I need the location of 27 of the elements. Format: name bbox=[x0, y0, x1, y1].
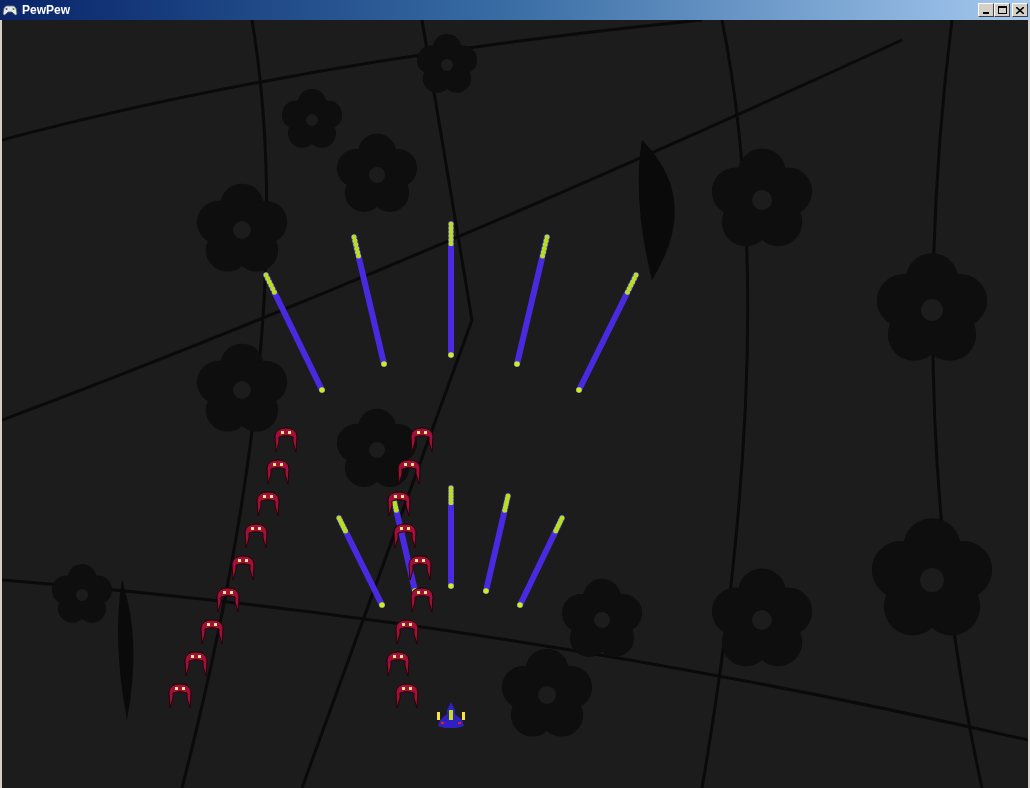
alien-enemy bbox=[216, 587, 240, 613]
alien-enemy bbox=[410, 427, 434, 453]
alien-enemy bbox=[387, 491, 411, 517]
alien-enemy bbox=[393, 523, 417, 549]
alien-enemy bbox=[168, 683, 192, 709]
alien-enemy bbox=[256, 491, 280, 517]
close-button[interactable] bbox=[1012, 3, 1028, 17]
window-title: PewPew bbox=[22, 2, 71, 19]
close-icon bbox=[1016, 6, 1024, 14]
alien-enemy bbox=[386, 651, 410, 677]
alien-enemy bbox=[200, 619, 224, 645]
alien-enemy bbox=[408, 555, 432, 581]
minimize-button[interactable] bbox=[978, 3, 994, 17]
spaceship bbox=[437, 702, 465, 728]
alien-enemy bbox=[395, 619, 419, 645]
maximize-button[interactable] bbox=[994, 3, 1010, 17]
alien-enemy bbox=[266, 459, 290, 485]
gamepad-icon bbox=[2, 3, 18, 17]
alien-enemy bbox=[410, 587, 434, 613]
alien-enemy bbox=[274, 427, 298, 453]
alien-enemy bbox=[395, 683, 419, 709]
alien-enemy bbox=[397, 459, 421, 485]
maximize-icon bbox=[997, 6, 1007, 14]
minimize-icon bbox=[983, 12, 989, 14]
alien-enemy bbox=[244, 523, 268, 549]
alien-enemy bbox=[231, 555, 255, 581]
alien-enemy bbox=[184, 651, 208, 677]
